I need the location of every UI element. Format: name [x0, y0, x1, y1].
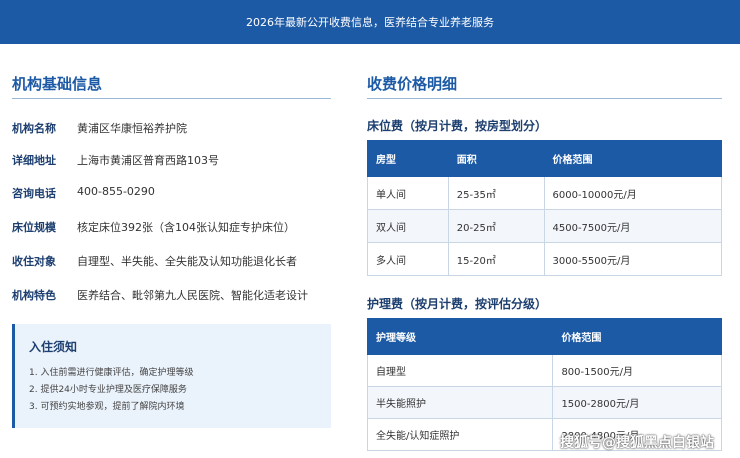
- bed-fee-title: 床位费（按月计费，按房型划分）: [367, 119, 548, 133]
- banner-text: 2026年最新公开收费信息，医养结合专业养老服务: [246, 16, 494, 29]
- notice-item: 3. 可预约实地参观，提前了解院内环境: [29, 402, 185, 412]
- table-cell: 单人间: [367, 176, 449, 210]
- fees-title: 收费价格明细: [367, 75, 458, 93]
- info-row-target: 收住对象 自理型、半失能、全失能及认知功能退化长者: [12, 253, 342, 269]
- table-row: 多人间 15-20㎡ 3000-5500元/月: [367, 242, 722, 276]
- bed-fee-table: 房型 面积 价格范围 单人间 25-35㎡ 6000-10000元/月 双人间 …: [367, 140, 722, 276]
- table-row: 双人间 20-25㎡ 4500-7500元/月: [367, 209, 722, 243]
- fees-divider: [367, 98, 722, 99]
- column-header-area: 面积: [447, 140, 545, 177]
- table-cell: 全失能/认知症照护: [366, 418, 554, 451]
- info-value: 黄浦区华康恒裕养护院: [77, 122, 187, 135]
- table-cell: 800-1500元/月: [552, 354, 722, 387]
- table-cell: 6000-10000元/月: [543, 176, 722, 210]
- table-header-row: 房型 面积 价格范围: [367, 140, 722, 177]
- info-value: 自理型、半失能、全失能及认知功能退化长者: [77, 255, 297, 268]
- column-header-price: 价格范围: [552, 318, 722, 355]
- basic-info-title: 机构基础信息: [12, 75, 103, 93]
- info-label: 机构名称: [12, 122, 56, 135]
- table-cell: 双人间: [367, 209, 449, 243]
- info-row-phone: 咨询电话 400-855-0290: [12, 185, 342, 201]
- notice-box: 入住须知 1. 入住前需进行健康评估，确定护理等级 2. 提供24小时专业护理及…: [12, 324, 331, 428]
- phone-number[interactable]: 400-855-0290: [77, 185, 155, 201]
- table-row: 单人间 25-35㎡ 6000-10000元/月: [367, 176, 722, 210]
- table-row: 半失能照护 1500-2800元/月: [366, 386, 722, 419]
- column-header-price: 价格范围: [543, 140, 722, 177]
- table-cell: 自理型: [366, 354, 554, 387]
- info-label: 详细地址: [12, 154, 56, 167]
- table-header-row: 护理等级 价格范围: [366, 318, 722, 355]
- column-header-care-level: 护理等级: [366, 318, 554, 355]
- watermark-text: 搜狐号@搜狐黑点白银站: [560, 435, 714, 451]
- table-cell: 20-25㎡: [447, 209, 545, 243]
- info-label: 咨询电话: [12, 187, 56, 200]
- notice-item: 2. 提供24小时专业护理及医疗保障服务: [29, 385, 187, 395]
- notice-item: 1. 入住前需进行健康评估，确定护理等级: [29, 368, 194, 378]
- notice-title: 入住须知: [29, 340, 78, 354]
- column-header-room-type: 房型: [367, 140, 449, 177]
- info-value: 核定床位392张（含104张认知症专护床位）: [77, 221, 295, 234]
- info-label: 收住对象: [12, 255, 56, 268]
- info-value: 医养结合、毗邻第九人民医院、智能化适老设计: [77, 289, 308, 302]
- info-row-beds: 床位规模 核定床位392张（含104张认知症专护床位）: [12, 219, 342, 235]
- table-cell: 多人间: [367, 242, 449, 276]
- table-cell: 半失能照护: [366, 386, 554, 419]
- care-fee-title: 护理费（按月计费，按评估分级）: [367, 297, 548, 311]
- top-banner: 2026年最新公开收费信息，医养结合专业养老服务: [0, 0, 740, 44]
- info-value: 上海市黄浦区普育西路103号: [77, 154, 219, 167]
- table-row: 自理型 800-1500元/月: [366, 354, 722, 387]
- info-label: 床位规模: [12, 221, 56, 234]
- basic-info-divider: [12, 98, 331, 99]
- table-cell: 3000-5500元/月: [543, 242, 722, 276]
- info-label: 机构特色: [12, 289, 56, 302]
- info-row-features: 机构特色 医养结合、毗邻第九人民医院、智能化适老设计: [12, 287, 342, 303]
- table-cell: 4500-7500元/月: [543, 209, 722, 243]
- table-cell: 1500-2800元/月: [552, 386, 722, 419]
- table-cell: 15-20㎡: [447, 242, 545, 276]
- info-row-name: 机构名称 黄浦区华康恒裕养护院: [12, 120, 342, 136]
- info-row-address: 详细地址 上海市黄浦区普育西路103号: [12, 152, 342, 168]
- table-cell: 25-35㎡: [447, 176, 545, 210]
